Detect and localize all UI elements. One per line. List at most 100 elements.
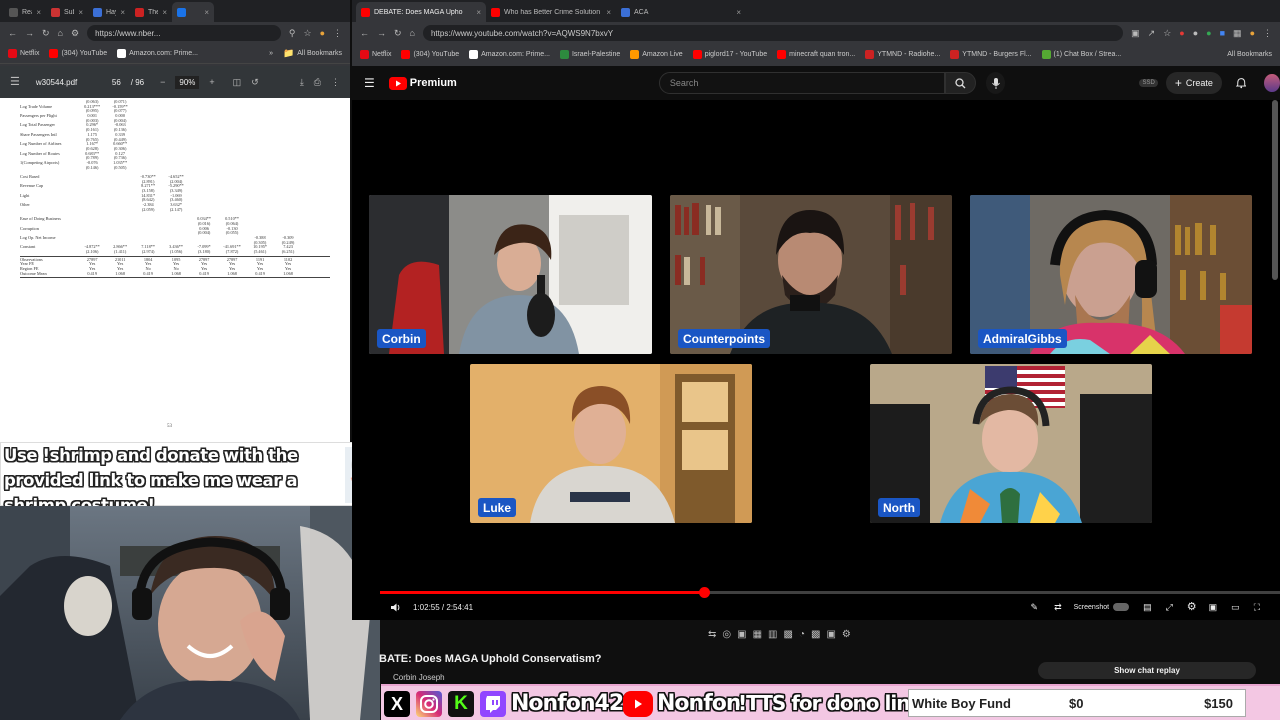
extension-blue-icon[interactable]: ■ (1220, 28, 1225, 38)
bookmark-item[interactable]: YTMND - Radiohe... (865, 49, 940, 59)
left_browser-tab-2[interactable]: Hays × (88, 2, 130, 22)
tab-close-icon[interactable]: × (736, 8, 741, 17)
bookmark-item[interactable]: Amazon Live (630, 49, 683, 59)
menu-dots-icon[interactable]: ⋮ (333, 28, 342, 38)
fit-page-icon[interactable]: ◫ (233, 77, 242, 87)
bookmark-item[interactable]: (1) Chat Box / Strea... (1041, 49, 1121, 59)
tab-close-icon[interactable]: × (162, 8, 167, 17)
tab-close-icon[interactable]: × (204, 8, 209, 17)
rotate-icon[interactable]: ↺ (251, 77, 259, 87)
tab-close-icon[interactable]: × (606, 8, 611, 17)
extension-green-icon[interactable]: ● (1206, 28, 1211, 38)
ext-display-icon[interactable]: ▣ (826, 629, 835, 640)
right-address-bar[interactable]: https://www.youtube.com/watch?v=AQWS9N7b… (422, 25, 1124, 41)
hamburger-menu-icon[interactable]: ☰ (10, 76, 20, 88)
zoom-icon[interactable]: ⚲ (289, 28, 296, 38)
star-icon[interactable]: ☆ (1163, 28, 1171, 38)
bookmark-item[interactable]: minecraft quan tron... (777, 49, 855, 59)
tab-close-icon[interactable]: × (78, 8, 83, 17)
left_browser-tab-3[interactable]: The I× (130, 2, 172, 22)
print-icon[interactable]: ⎙ (314, 77, 321, 87)
puzzle-icon[interactable]: ▦ (1233, 28, 1242, 38)
miniplayer-icon[interactable]: ▣ (1209, 602, 1218, 612)
download-icon[interactable]: ⤓ (300, 77, 304, 87)
ext-camera-icon[interactable]: ▣ (737, 629, 746, 640)
bookmark-item[interactable]: piglord17 - YouTube (692, 49, 767, 59)
all-bookmarks[interactable]: All Bookmarks (1227, 51, 1272, 58)
youtube-logo[interactable]: Premium (388, 76, 457, 90)
left_browser-tab-1[interactable]: Subr × (46, 2, 88, 22)
zoom-in-icon[interactable]: + (209, 77, 214, 87)
zoom-out-icon[interactable]: − (160, 77, 165, 87)
bookmark-item[interactable]: Netflix (360, 49, 391, 59)
menu-dots-icon[interactable]: ⋮ (1263, 28, 1272, 38)
loop-icon[interactable]: ⇄ (1054, 602, 1062, 612)
ext-repeat-icon[interactable]: ⇆ (708, 629, 716, 640)
search-input[interactable]: Search (670, 78, 699, 88)
pdf-zoom-level[interactable]: 90% (175, 75, 200, 89)
scrubber-handle[interactable] (699, 587, 710, 598)
fullscreen-arrows-icon[interactable]: ⤢ (1166, 602, 1173, 612)
channel-name[interactable]: Corbin Joseph (393, 673, 445, 682)
theater-mode-icon[interactable]: ▭ (1231, 602, 1240, 612)
show-chat-replay-button[interactable]: Show chat replay (1038, 662, 1256, 679)
volume-icon[interactable] (390, 602, 401, 613)
search-button[interactable] (944, 72, 977, 94)
fullscreen-icon[interactable]: ⛶ (1254, 602, 1260, 612)
tab-close-icon[interactable]: × (476, 8, 481, 17)
cast-icon[interactable]: ▣ (1131, 28, 1140, 38)
star-icon[interactable]: ☆ (303, 28, 311, 38)
extension-red-icon[interactable]: ● (1179, 28, 1184, 38)
create-button[interactable]: + Create (1165, 72, 1222, 94)
profile-avatar-icon[interactable]: ● (1250, 28, 1255, 38)
left-address-bar[interactable]: https://www.nber... (87, 25, 281, 41)
back-icon[interactable]: ← (360, 28, 369, 38)
home-icon[interactable]: ⌂ (58, 28, 63, 38)
bookmark-netflix[interactable]: Netflix (8, 49, 39, 58)
ext-crop-icon[interactable]: ▥ (768, 629, 777, 640)
extension-icon[interactable]: ● (320, 28, 325, 38)
ext-pip-icon[interactable]: ▩ (811, 629, 820, 640)
left_browser-tab-0[interactable]: Reac × (4, 2, 46, 22)
settings-gear-icon[interactable]: ⚙ (1187, 601, 1197, 613)
right_browser-tab-2[interactable]: ACA × (616, 2, 746, 22)
page-scrollbar[interactable] (1272, 100, 1278, 280)
video-player[interactable]: Corbin Counterpoints AdmiralGibbs Luke N… (352, 100, 1280, 620)
forward-icon[interactable]: → (25, 28, 34, 38)
bookmark-amazon[interactable]: Amazon.com: Prime... (117, 49, 198, 58)
bookmark-item[interactable]: (304) YouTube (401, 49, 459, 59)
right_browser-tab-0[interactable]: DEBATE: Does MAGA Upho × (356, 2, 486, 22)
bookmark-youtube[interactable]: (304) YouTube (49, 49, 107, 58)
screenshot-toggle[interactable] (1113, 603, 1130, 611)
tab-close-icon[interactable]: × (36, 8, 41, 17)
guide-menu-icon[interactable]: ☰ (364, 77, 375, 89)
right_browser-tab-1[interactable]: Who has Better Crime Solution × (486, 2, 616, 22)
bookmarks-more[interactable]: » (269, 50, 273, 57)
site-info-icon[interactable]: ⚙ (71, 28, 79, 38)
extension-gray-icon[interactable]: ● (1193, 28, 1198, 38)
left_browser-tab-4[interactable]: × (172, 2, 214, 22)
ext-calendar-icon[interactable]: ▦ (753, 629, 762, 640)
subtitles-icon[interactable]: ▤ (1143, 602, 1152, 612)
reload-icon[interactable]: ↻ (394, 28, 402, 38)
share-icon[interactable]: ↗ (1148, 28, 1156, 38)
ext-grid-icon[interactable]: ▩ (783, 629, 792, 640)
ext-settings-icon[interactable]: ⚙ (842, 629, 851, 640)
back-icon[interactable]: ← (8, 28, 17, 38)
all-bookmarks[interactable]: 📁 All Bookmarks (283, 49, 342, 58)
bookmark-item[interactable]: Israel-Palestine (559, 49, 620, 59)
reload-icon[interactable]: ↻ (42, 28, 50, 38)
ssd-badge-icon[interactable]: SSD (1139, 79, 1158, 87)
bookmark-item[interactable]: Amazon.com: Prime... (469, 49, 550, 59)
ext-audio-icon[interactable]: ◎ (722, 629, 731, 640)
voice-search-button[interactable] (986, 72, 1006, 94)
video-progress-bar[interactable] (380, 587, 1280, 598)
pdf-page-input[interactable]: 56 (112, 78, 121, 87)
forward-icon[interactable]: → (377, 28, 386, 38)
home-icon[interactable]: ⌂ (410, 28, 415, 38)
pen-icon[interactable]: ✎ (1031, 602, 1039, 612)
notifications-bell-icon[interactable] (1235, 77, 1247, 89)
bookmark-item[interactable]: YTMND - Burgers Fl... (950, 49, 1032, 59)
search-box[interactable]: Search (658, 72, 945, 94)
account-avatar[interactable] (1264, 74, 1280, 92)
